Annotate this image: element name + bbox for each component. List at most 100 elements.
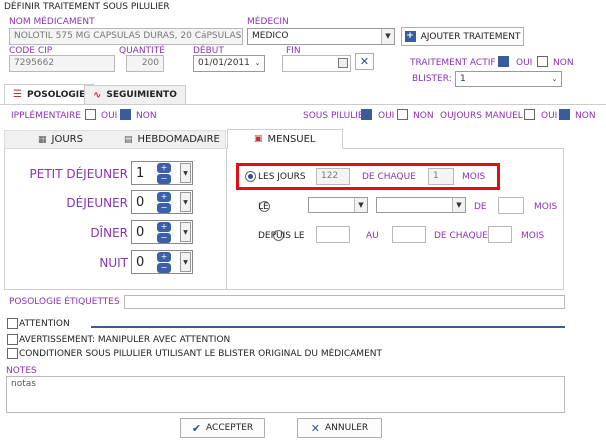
supplementaire-oui-label: OUI <box>101 111 118 121</box>
increment-icon[interactable]: + <box>157 192 171 202</box>
close-icon: ✕ <box>310 421 321 435</box>
dose-value: 1 <box>136 166 145 181</box>
traitement-actif-non-checkbox[interactable] <box>537 56 548 67</box>
mois3-label: MOIS <box>521 231 545 241</box>
fin-date[interactable] <box>282 55 351 72</box>
chevron-down-icon[interactable]: ▼ <box>180 222 191 242</box>
supplementaire-oui-checkbox[interactable] <box>85 109 96 120</box>
de-chaque2-label: DE CHAQUE <box>434 231 488 241</box>
plus-icon: + <box>404 31 416 42</box>
accepter-button[interactable]: ✔ ACCEPTER <box>180 418 265 438</box>
mois2-label: MOIS <box>534 202 558 212</box>
dose-label: PETIT DÉJEUNER <box>29 167 128 181</box>
annuler-button[interactable]: ✕ ANNULER <box>297 418 382 438</box>
manuel-non-label: NON <box>575 111 596 121</box>
subtab-jours[interactable]: ▦ JOURS <box>30 130 91 149</box>
medecin-value: MEDICO <box>252 31 289 41</box>
conditionner-checkbox[interactable] <box>7 348 18 359</box>
dose-stepper-nuit[interactable]: 0 + − ▼ <box>131 250 193 274</box>
attention-checkbox[interactable] <box>7 318 18 329</box>
le-day-select[interactable]: ▼ <box>308 197 368 213</box>
blister-value: 1 <box>460 74 466 84</box>
traitement-actif-oui-checkbox[interactable] <box>498 56 509 67</box>
debut-date[interactable]: 01/01/2011 ⌄ <box>193 55 265 72</box>
dose-row-dejeuner: DÉJEUNER <box>4 191 128 215</box>
sous-pilulier-non-checkbox[interactable] <box>397 109 408 120</box>
check-icon: ✔ <box>191 421 202 435</box>
dose-stepper-petit-dejeuner[interactable]: 1 + − ▼ <box>131 161 193 185</box>
tab-seguimiento[interactable]: ∿ SEGUIMIENTO <box>84 85 186 105</box>
dose-row-diner: DÎNER <box>4 221 128 245</box>
sous-pilulier-non-label: NON <box>413 111 434 121</box>
dose-value: 0 <box>136 195 145 210</box>
chevron-down-icon[interactable]: ▼ <box>180 163 191 183</box>
dose-stepper-dejeuner[interactable]: 0 + − ▼ <box>131 190 193 214</box>
chevron-down-icon: ▼ <box>354 198 367 212</box>
au-input[interactable] <box>392 226 426 243</box>
sous-pilulier-oui-label: OUI <box>378 111 395 121</box>
nom-medicament-field[interactable]: NOLOTIL 575 MG CAPSULAS DURAS, 20 CáPSUL… <box>9 28 243 45</box>
de-label: DE <box>474 202 487 212</box>
chevron-down-icon: ⌄ <box>548 72 561 86</box>
subtab-mensuel[interactable]: ▣ MENSUEL <box>227 129 343 149</box>
subtab-mensuel-label: MENSUEL <box>267 133 316 145</box>
medecin-select[interactable]: MEDICO ▼ <box>247 28 395 45</box>
ajouter-traitement-button[interactable]: + AJOUTER TRAITEMENT <box>401 27 524 46</box>
notes-value: notas <box>11 379 36 389</box>
decrement-icon[interactable]: − <box>157 263 171 273</box>
clear-date-button[interactable]: ✕ <box>355 53 374 70</box>
nom-medicament-label: NOM MÉDICAMENT <box>9 17 95 27</box>
traitement-actif-oui-label: OUI <box>516 58 533 68</box>
les-jours-radio[interactable] <box>245 171 256 182</box>
manuel-oui-checkbox[interactable] <box>524 109 535 120</box>
decrement-icon[interactable]: − <box>157 233 171 243</box>
chevron-down-icon[interactable]: ▼ <box>180 192 191 212</box>
attention-input[interactable] <box>91 313 565 328</box>
de-chaque2-input[interactable] <box>488 226 512 243</box>
blister-select[interactable]: 1 ⌄ <box>455 71 562 87</box>
posologie-etiquettes-input[interactable] <box>124 295 565 309</box>
decrement-icon[interactable]: − <box>157 203 171 213</box>
ajouter-label: AJOUTER TRAITEMENT <box>420 31 521 42</box>
attention-label: ATTENTION <box>19 319 70 329</box>
tab-posologie[interactable]: ☰ POSOLOGIE <box>4 84 95 104</box>
manuel-non-checkbox[interactable] <box>559 109 570 120</box>
decrement-icon[interactable]: − <box>157 174 171 184</box>
calendar-week-icon: ▤ <box>124 134 133 145</box>
supplementaire-non-checkbox[interactable] <box>120 109 131 120</box>
subtab-hebdo-label: HEBDOMADAIRE <box>137 134 220 145</box>
increment-icon[interactable]: + <box>157 163 171 173</box>
quantite-field[interactable]: 200 <box>126 55 164 72</box>
chevron-down-icon[interactable]: ▼ <box>180 252 191 272</box>
avertissement-checkbox[interactable] <box>7 334 18 345</box>
notes-textarea[interactable]: notas <box>6 376 565 413</box>
increment-icon[interactable]: + <box>157 252 171 262</box>
accepter-label: ACCEPTER <box>206 423 254 433</box>
tab-seguimiento-label: SEGUIMIENTO <box>106 90 177 100</box>
sous-pilulier-oui-checkbox[interactable] <box>361 109 372 120</box>
chevron-down-icon: ▼ <box>381 29 394 44</box>
posologie-etiquettes-label: POSOLOGIE ÉTIQUETTES <box>9 297 120 307</box>
les-jours-input[interactable]: 122 <box>316 168 350 185</box>
supplementaire-label: IPPLÉMENTAIRE <box>11 111 81 121</box>
calendar-grid-icon: ▦ <box>38 134 47 145</box>
chevron-down-icon: ▼ <box>452 198 465 212</box>
les-jours-label: LES JOURS <box>258 172 306 182</box>
depuis-input[interactable] <box>316 226 350 243</box>
dose-value: 0 <box>136 225 145 240</box>
subtab-hebdo[interactable]: ▤ HEBDOMADAIRE <box>116 130 228 149</box>
le-label: LE <box>258 202 269 212</box>
dose-value: 0 <box>136 255 145 270</box>
dose-label: DÎNER <box>90 226 128 240</box>
depuis-label: DEPUIS LE <box>258 231 305 241</box>
increment-icon[interactable]: + <box>157 222 171 232</box>
dose-label: NUIT <box>99 256 128 270</box>
le-mois-input[interactable] <box>498 197 524 214</box>
calendar-month-icon: ▣ <box>254 134 263 144</box>
de-chaque-input[interactable]: 1 <box>428 168 454 185</box>
debut-value: 01/01/2011 <box>198 58 250 68</box>
code-cip-field[interactable]: 7295662 <box>9 55 115 72</box>
dose-stepper-diner[interactable]: 0 + − ▼ <box>131 220 193 244</box>
le-weekday-select[interactable]: ▼ <box>376 197 466 213</box>
annuler-label: ANNULER <box>325 423 369 433</box>
